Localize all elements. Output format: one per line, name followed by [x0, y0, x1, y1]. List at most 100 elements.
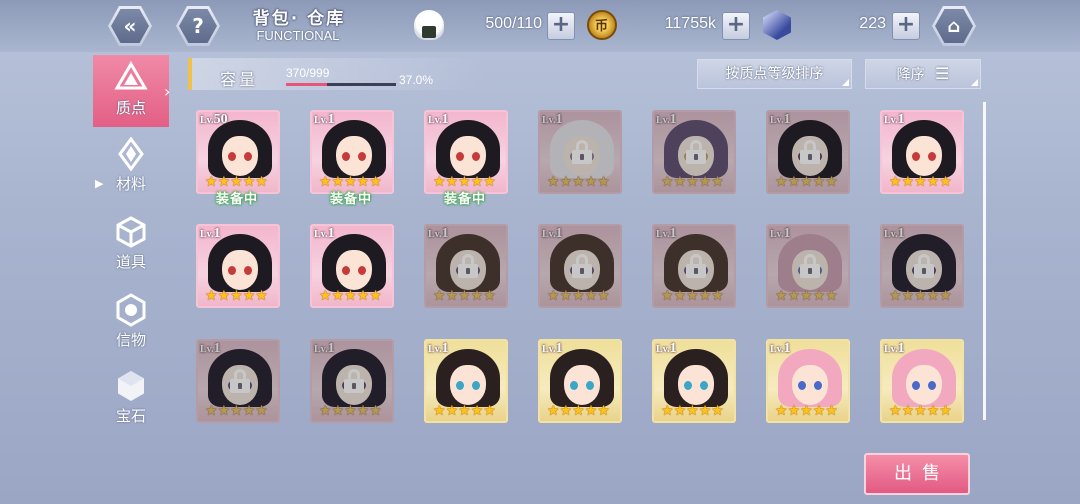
character-card[interactable]: Lv.1 ★ ★ ★ ★ ★: [880, 339, 964, 423]
portrait-eye: [342, 266, 350, 275]
character-card[interactable]: Lv.1 ★ ★ ★ ★ ★: [766, 224, 850, 308]
portrait-eye: [684, 381, 692, 390]
star-icon: ★: [547, 174, 560, 190]
home-icon: ⌂: [947, 15, 961, 37]
page-subtitle: FUNCTIONAL: [256, 28, 340, 43]
back-button[interactable]: «: [108, 6, 152, 46]
star-icon: ★: [800, 288, 813, 304]
add-stamina-button[interactable]: +: [547, 12, 575, 40]
star-rating: ★ ★ ★ ★ ★: [775, 404, 845, 418]
lock-icon: [342, 369, 366, 393]
sidebar-item-xinwu[interactable]: 信物: [93, 287, 169, 359]
star-rating: ★ ★ ★ ★ ★: [775, 289, 845, 303]
sidebar-item-cailiao[interactable]: ▶ 材料: [93, 131, 169, 203]
star-icon: ★: [255, 288, 268, 304]
portrait-eye: [228, 152, 236, 161]
star-icon: ★: [242, 288, 256, 304]
star-icon: ★: [470, 403, 484, 419]
character-card[interactable]: Lv.1 ★ ★ ★ ★ ★: [196, 224, 280, 308]
sidebar-item-baoshi[interactable]: 宝石: [93, 363, 169, 435]
sort-order-dropdown[interactable]: 按质点等级排序: [697, 59, 852, 89]
portrait-face: [906, 365, 942, 405]
equipped-badge: 装备中: [216, 192, 259, 207]
character-card[interactable]: Lv.1 ★ ★ ★ ★ ★: [652, 224, 736, 308]
character-card[interactable]: Lv.1 ★ ★ ★ ★ ★: [424, 110, 508, 194]
star-icon: ★: [242, 174, 256, 190]
character-card[interactable]: Lv.1 ★ ★ ★ ★ ★: [538, 224, 622, 308]
star-icon: ★: [787, 288, 801, 304]
equipped-badge: 装备中: [444, 192, 487, 207]
character-card[interactable]: Lv.1 ★ ★ ★ ★ ★: [538, 339, 622, 423]
star-icon: ★: [889, 174, 902, 190]
scrollbar[interactable]: [983, 102, 986, 420]
character-card[interactable]: Lv.1 ★ ★ ★ ★ ★: [310, 224, 394, 308]
capacity-fill: [286, 83, 327, 86]
star-icon: ★: [901, 403, 915, 419]
coin-icon: [587, 10, 617, 40]
character-card[interactable]: Lv.1 ★ ★ ★ ★ ★: [880, 110, 964, 194]
category-sidebar: 质点 ▶ 材料 道具 信物 宝石: [93, 55, 169, 504]
star-icon: ★: [698, 174, 712, 190]
portrait-eye: [244, 266, 252, 275]
star-icon: ★: [673, 403, 687, 419]
star-icon: ★: [661, 403, 674, 419]
home-button[interactable]: ⌂: [932, 6, 976, 46]
star-icon: ★: [255, 174, 268, 190]
star-icon: ★: [559, 403, 573, 419]
character-card[interactable]: Lv.50 ★ ★ ★ ★ ★: [196, 110, 280, 194]
level-label: Lv.1: [884, 112, 905, 127]
sort-direction-button[interactable]: 降序 ☰: [865, 59, 981, 89]
level-label: Lv.1: [656, 226, 677, 241]
character-card[interactable]: Lv.1 ★ ★ ★ ★ ★: [310, 339, 394, 423]
portrait-eye: [358, 152, 366, 161]
lock-icon: [798, 254, 822, 278]
character-card[interactable]: Lv.1 ★ ★ ★ ★ ★: [766, 339, 850, 423]
star-icon: ★: [901, 288, 915, 304]
star-icon: ★: [217, 403, 231, 419]
star-icon: ★: [230, 288, 243, 304]
lock-icon: [228, 369, 252, 393]
character-card[interactable]: Lv.1 ★ ★ ★ ★ ★: [310, 110, 394, 194]
sidebar-item-daoju[interactable]: 道具: [93, 209, 169, 281]
portrait-eye: [570, 381, 578, 390]
level-label: Lv.50: [200, 112, 228, 127]
character-card[interactable]: Lv.1 ★ ★ ★ ★ ★: [538, 110, 622, 194]
character-card[interactable]: Lv.1 ★ ★ ★ ★ ★: [880, 224, 964, 308]
lock-icon: [912, 254, 936, 278]
star-icon: ★: [445, 403, 459, 419]
star-icon: ★: [217, 174, 231, 190]
character-card[interactable]: Lv.1 ★ ★ ★ ★ ★: [652, 339, 736, 423]
level-label: Lv.1: [542, 226, 563, 241]
star-icon: ★: [825, 174, 838, 190]
sidebar-item-zhidian[interactable]: 质点: [93, 55, 169, 127]
portrait-eye: [586, 381, 594, 390]
star-icon: ★: [433, 288, 446, 304]
star-icon: ★: [698, 288, 712, 304]
character-card[interactable]: Lv.1 ★ ★ ★ ★ ★: [766, 110, 850, 194]
star-icon: ★: [433, 403, 446, 419]
add-crystal-button[interactable]: +: [892, 12, 920, 40]
star-icon: ★: [597, 174, 610, 190]
double-chevron-left-icon: «: [123, 14, 137, 38]
character-card[interactable]: Lv.1 ★ ★ ★ ★ ★: [424, 339, 508, 423]
help-button[interactable]: ?: [176, 6, 220, 46]
star-icon: ★: [686, 288, 699, 304]
portrait-eye: [342, 152, 350, 161]
level-label: Lv.1: [200, 341, 221, 356]
star-icon: ★: [825, 403, 838, 419]
portrait-face: [336, 250, 372, 290]
character-card[interactable]: Lv.1 ★ ★ ★ ★ ★: [196, 339, 280, 423]
star-icon: ★: [825, 288, 838, 304]
portrait-face: [678, 365, 714, 405]
hex-token-icon: [114, 293, 148, 327]
star-rating: ★ ★ ★ ★ ★: [661, 175, 731, 189]
add-coin-button[interactable]: +: [722, 12, 750, 40]
list-sort-icon: ☰: [935, 64, 950, 83]
character-card[interactable]: Lv.1 ★ ★ ★ ★ ★: [424, 224, 508, 308]
star-icon: ★: [889, 288, 902, 304]
level-label: Lv.1: [656, 341, 677, 356]
star-icon: ★: [914, 403, 927, 419]
character-card[interactable]: Lv.1 ★ ★ ★ ★ ★: [652, 110, 736, 194]
sell-button[interactable]: 出售: [864, 453, 970, 495]
level-label: Lv.1: [428, 341, 449, 356]
